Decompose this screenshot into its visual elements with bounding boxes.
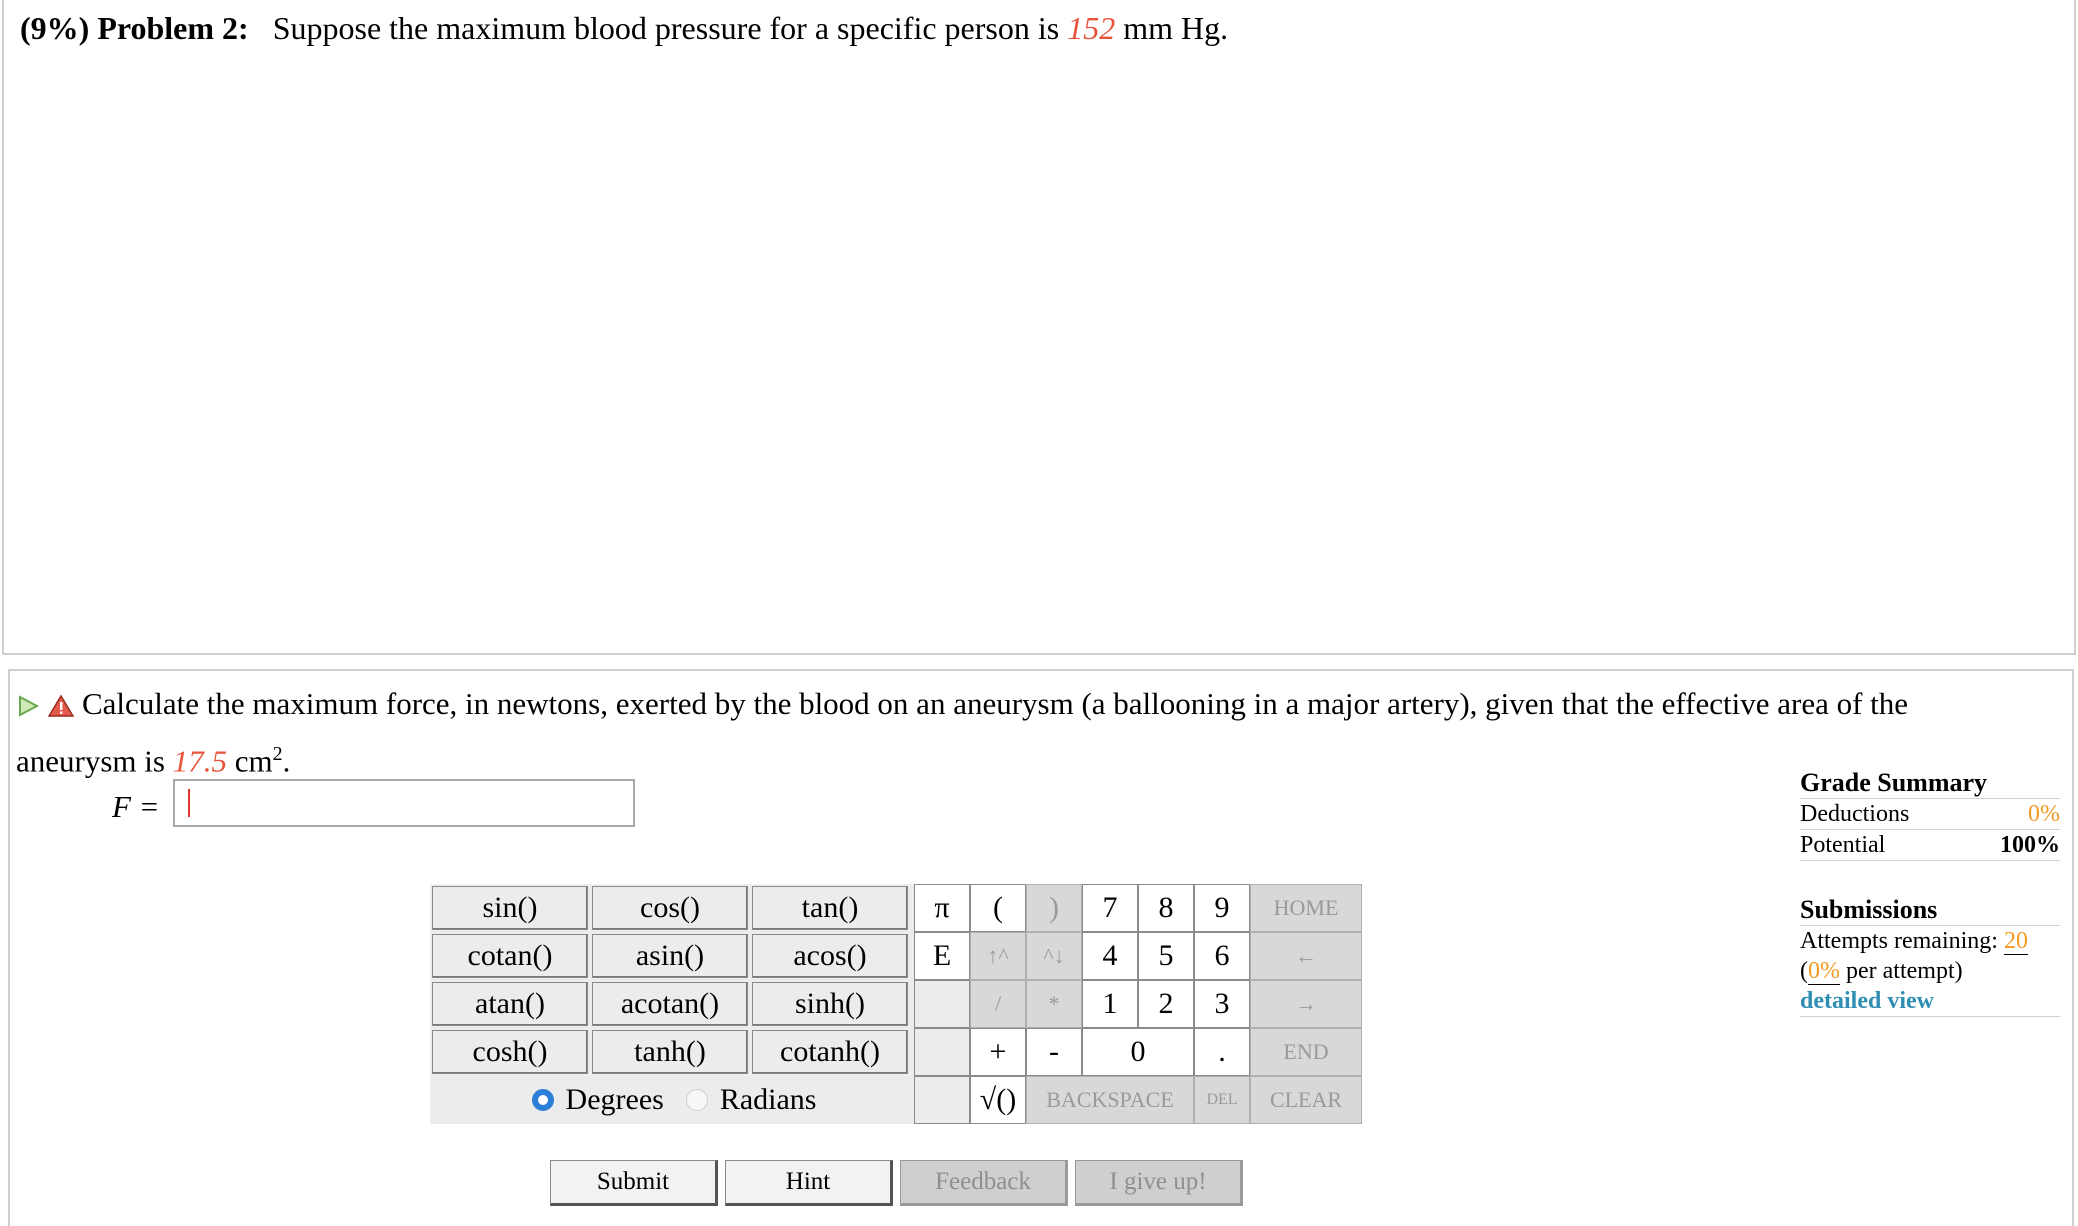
grade-summary-title: Grade Summary [1800,768,1988,797]
key-cotanh[interactable]: cotanh() [752,1030,908,1074]
problem-name: Problem 2: [97,10,249,46]
key-4[interactable]: 4 [1082,932,1138,980]
key-down-caret[interactable]: ^↓ [1026,932,1082,980]
key-backspace[interactable]: BACKSPACE [1026,1076,1194,1124]
key-left-arrow[interactable]: ← [1250,932,1362,980]
area-unit-period: . [282,743,291,779]
part-question: Calculate the maximum force, in newtons,… [16,681,2016,784]
key-sinh[interactable]: sinh() [752,982,908,1026]
key-cosh[interactable]: cosh() [432,1030,588,1074]
key-7[interactable]: 7 [1082,884,1138,932]
problem-header: (9%) Problem 2: Suppose the maximum bloo… [20,10,1228,47]
key-tanh[interactable]: tanh() [592,1030,748,1074]
play-triangle-icon[interactable] [16,685,40,731]
per-attempt-row: (0% per attempt) [1800,956,2060,986]
key-9[interactable]: 9 [1194,884,1250,932]
key-blank-2 [914,1028,970,1076]
attempts-value: 20 [2003,928,2028,955]
key-open-paren[interactable]: ( [970,884,1026,932]
key-8[interactable]: 8 [1138,884,1194,932]
submissions-title: Submissions [1800,895,1938,924]
part-question-text: Calculate the maximum force, in newtons,… [16,686,1909,779]
key-home[interactable]: HOME [1250,884,1362,932]
key-acotan[interactable]: acotan() [592,982,748,1026]
deductions-row: Deductions 0% [1800,799,2060,830]
pressure-unit: mm Hg. [1123,10,1229,46]
degrees-label: Degrees [565,1083,664,1116]
key-end[interactable]: END [1250,1028,1362,1076]
problem-statement-panel: (9%) Problem 2: Suppose the maximum bloo… [2,0,2076,655]
deductions-label: Deductions [1800,801,1910,827]
key-pi[interactable]: π [914,884,970,932]
key-plus[interactable]: + [970,1028,1026,1076]
key-cotan[interactable]: cotan() [432,934,588,978]
hint-button[interactable]: Hint [725,1160,893,1206]
potential-row: Potential 100% [1800,830,2060,861]
key-3[interactable]: 3 [1194,980,1250,1028]
key-up-caret[interactable]: ↑^ [970,932,1026,980]
radians-radio[interactable] [685,1089,708,1111]
angle-mode-selector: Degrees Radians [430,1076,918,1124]
pressure-value: 152 [1067,10,1116,46]
key-sin[interactable]: sin() [432,886,588,930]
function-keypad: sin() cos() tan() cotan() asin() acos() … [430,884,918,1124]
key-cos[interactable]: cos() [592,886,748,930]
area-unit-exponent: 2 [272,743,283,765]
key-e[interactable]: E [914,932,970,980]
per-attempt-value: 0% [1808,958,1840,985]
problem-percent: (9%) [20,10,90,46]
submit-button[interactable]: Submit [550,1160,718,1206]
answer-input[interactable] [173,779,635,827]
give-up-button[interactable]: I give up! [1075,1160,1243,1206]
deductions-value: 0% [2028,801,2060,827]
key-multiply[interactable]: * [1026,980,1082,1028]
key-slash[interactable]: / [970,980,1026,1028]
potential-value: 100% [2000,832,2060,858]
problem-text: Suppose the maximum blood pressure for a… [272,10,1060,46]
key-5[interactable]: 5 [1138,932,1194,980]
key-1[interactable]: 1 [1082,980,1138,1028]
per-attempt-open: ( [1800,958,1808,984]
warning-icon [47,685,75,731]
radians-label: Radians [719,1083,817,1116]
key-minus[interactable]: - [1026,1028,1082,1076]
attempts-label: Attempts remaining: [1800,928,1998,954]
degrees-radio[interactable] [531,1089,554,1111]
key-tan[interactable]: tan() [752,886,908,930]
key-atan[interactable]: atan() [432,982,588,1026]
key-right-arrow[interactable]: → [1250,980,1362,1028]
per-attempt-label: per attempt) [1846,958,1963,984]
area-value: 17.5 [172,743,227,779]
key-sqrt[interactable]: √() [970,1076,1026,1124]
key-del[interactable]: DEL [1194,1076,1250,1124]
key-clear[interactable]: CLEAR [1250,1076,1362,1124]
key-2[interactable]: 2 [1138,980,1194,1028]
key-blank-1 [914,980,970,1028]
key-close-paren[interactable]: ) [1026,884,1082,932]
key-decimal[interactable]: . [1194,1028,1250,1076]
attempts-row: Attempts remaining: 20 [1800,926,2060,956]
problem-part-panel: Calculate the maximum force, in newtons,… [8,669,2074,1226]
key-acos[interactable]: acos() [752,934,908,978]
text-caret [188,789,190,817]
key-asin[interactable]: asin() [592,934,748,978]
feedback-button[interactable]: Feedback [900,1160,1068,1206]
area-unit: cm [234,743,273,779]
grade-summary: Grade Summary Deductions 0% Potential 10… [1800,768,2060,1017]
key-blank-3 [914,1076,970,1124]
key-6[interactable]: 6 [1194,932,1250,980]
potential-label: Potential [1800,832,1886,858]
answer-label: F = [112,789,160,824]
detailed-view-link[interactable]: detailed view [1800,988,1934,1014]
key-0[interactable]: 0 [1082,1028,1194,1076]
